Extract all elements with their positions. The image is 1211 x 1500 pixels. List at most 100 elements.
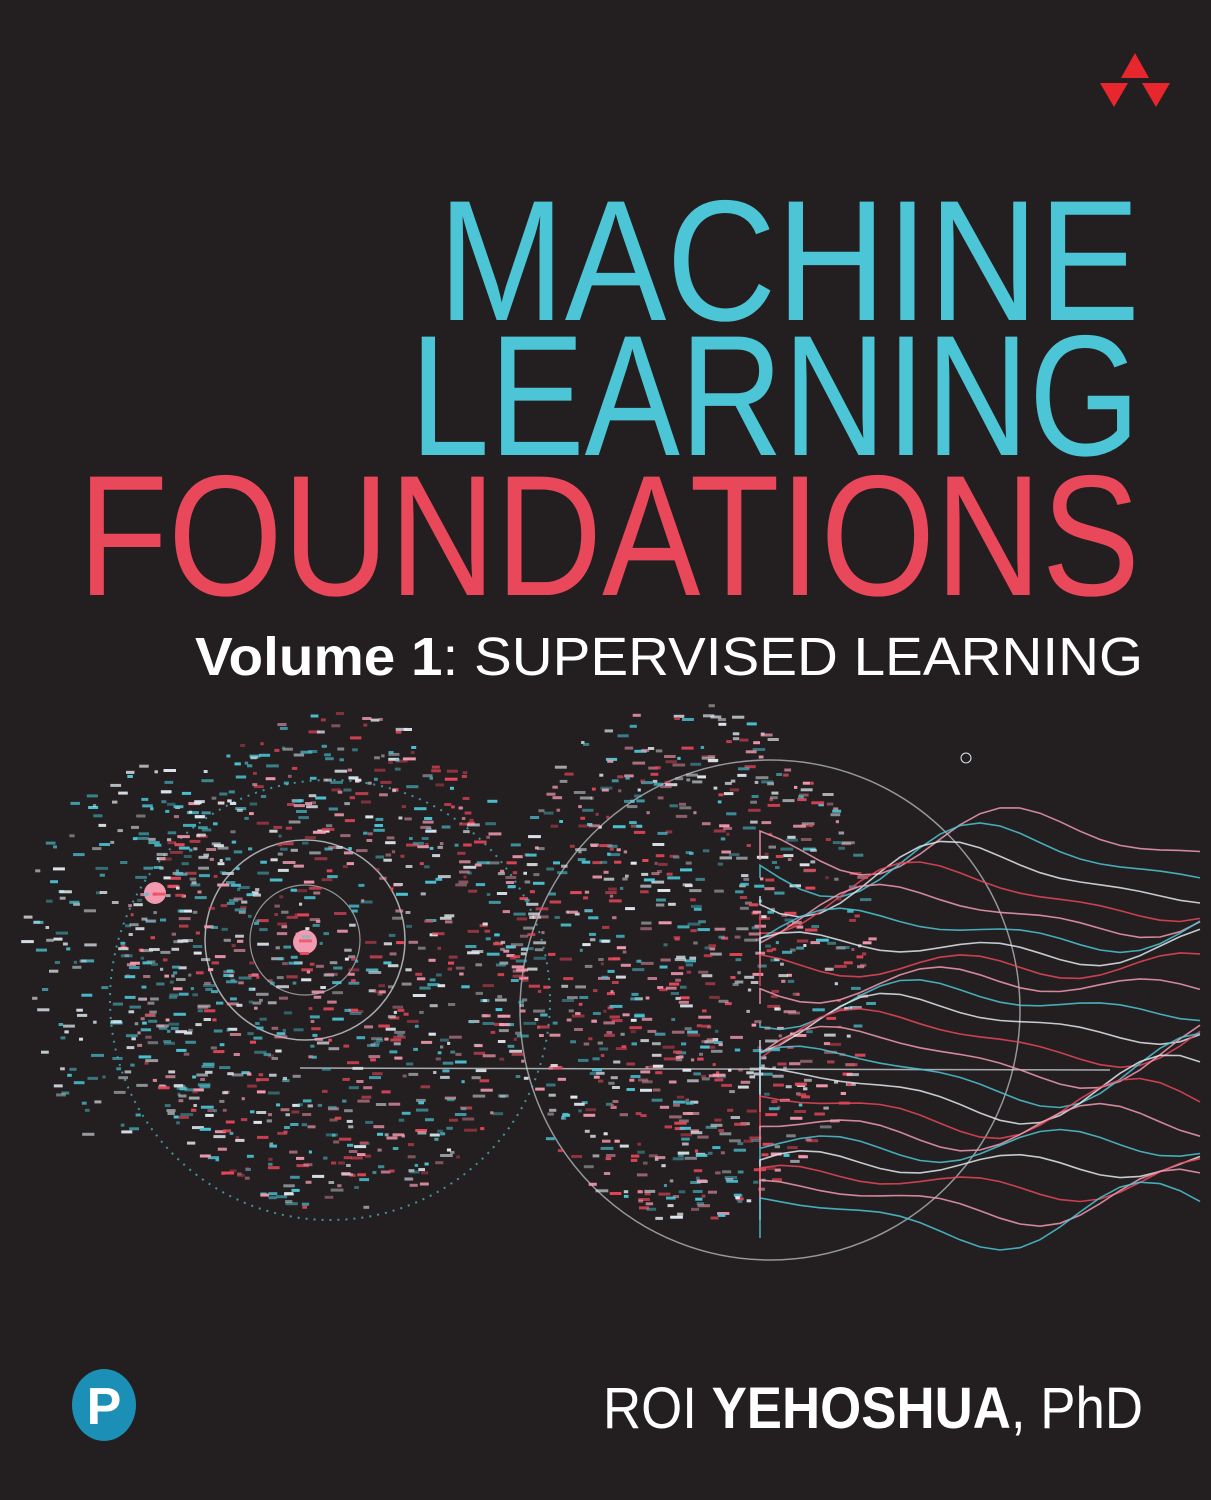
pixel-dot: [468, 889, 478, 893]
pixel-dot: [332, 981, 342, 985]
pixel-dot: [135, 927, 145, 931]
pixel-dot: [806, 1030, 813, 1034]
pixel-dot: [570, 1095, 578, 1099]
pixel-dot: [328, 807, 338, 811]
pixel-dot: [527, 933, 536, 937]
pixel-dot: [641, 1017, 653, 1021]
pixel-dot: [739, 896, 748, 899]
pixel-dot: [192, 910, 198, 914]
pixel-dot: [201, 811, 211, 815]
pixel-dot: [140, 1028, 152, 1032]
pixel-dot: [698, 970, 709, 974]
pixel-dot: [739, 906, 749, 910]
pixel-dot: [822, 793, 834, 796]
pixel-dot: [170, 876, 181, 880]
pixel-dot: [755, 776, 769, 780]
pixel-dot: [234, 762, 241, 766]
pixel-dot: [578, 805, 582, 809]
pixel-dot: [685, 963, 693, 967]
pixel-dot: [247, 1032, 254, 1036]
pixel-dot: [567, 996, 578, 1000]
pixel-dot: [851, 948, 855, 951]
pixel-dot: [206, 848, 217, 851]
pixel-dot: [424, 817, 433, 820]
pixel-dot: [486, 893, 491, 896]
pixel-dot: [145, 1035, 152, 1039]
pixel-dot: [599, 1047, 609, 1051]
pixel-dot: [643, 878, 655, 882]
pixel-dot: [389, 1169, 395, 1173]
pixel-dot: [267, 1001, 277, 1005]
pixel-dot: [484, 929, 491, 933]
pixel-dot: [856, 955, 864, 959]
pixel-dot: [785, 1085, 792, 1089]
pixel-dot: [599, 773, 604, 777]
pixel-dot: [713, 829, 726, 833]
pixel-dot: [178, 917, 191, 921]
pixel-dot: [328, 1038, 332, 1042]
pixel-dot: [211, 926, 218, 929]
pixel-dot: [99, 891, 108, 894]
pixel-dot: [213, 822, 218, 826]
pixel-dot: [76, 1008, 83, 1012]
pixel-dot: [158, 1026, 168, 1030]
pixel-dot: [519, 934, 529, 938]
pixel-dot: [730, 779, 736, 783]
pixel-dot: [231, 1073, 244, 1077]
pixel-dot: [383, 961, 392, 965]
pixel-dot: [134, 1022, 139, 1026]
pixel-dot: [347, 768, 352, 772]
pixel-dot: [350, 1156, 363, 1160]
pixel-dot: [656, 898, 666, 902]
pixel-dot: [487, 799, 498, 803]
pixel-dot: [379, 793, 388, 797]
pixel-dot: [157, 1086, 170, 1090]
pixel-dot: [268, 1192, 278, 1196]
pixel-dot: [652, 1088, 661, 1092]
pixel-dot: [217, 801, 225, 805]
pixel-dot: [767, 738, 779, 741]
pixel-dot: [578, 1002, 583, 1006]
pixel-dot: [290, 1123, 299, 1126]
pixel-dot: [403, 1012, 409, 1016]
pixel-dot: [284, 1192, 294, 1196]
pixel-dot: [630, 1075, 641, 1078]
pixel-dot: [640, 1088, 652, 1092]
pixel-dot: [405, 911, 411, 914]
pixel-dot: [111, 901, 119, 904]
pixel-dot: [510, 979, 519, 982]
pixel-dot: [385, 841, 396, 845]
pixel-dot: [95, 866, 109, 870]
pixel-dot: [488, 832, 502, 836]
pixel-dot: [379, 990, 386, 994]
pixel-dot: [704, 1040, 714, 1044]
pixel-dot: [387, 964, 399, 968]
pixel-dot: [374, 756, 380, 760]
pixel-dot: [666, 1196, 676, 1200]
pixel-dot: [714, 1029, 719, 1033]
pixel-dot: [675, 978, 681, 982]
pixel-dot: [505, 945, 515, 949]
pixel-dot: [557, 1077, 566, 1081]
pixel-dot: [192, 945, 203, 948]
pixel-dot: [329, 961, 338, 965]
pixel-dot: [652, 779, 658, 783]
pixel-dot: [193, 951, 202, 955]
pixel-dot: [237, 888, 241, 892]
pixel-dot: [208, 968, 214, 972]
pixel-dot: [388, 751, 394, 754]
pixel-dot: [236, 867, 240, 871]
pixel-dot: [507, 885, 516, 889]
pixel-dot: [391, 850, 396, 854]
pixel-dot: [420, 892, 426, 896]
pixel-dot: [409, 837, 413, 840]
pixel-dot: [247, 1072, 251, 1076]
pixel-dot: [406, 924, 412, 928]
pixel-dot: [500, 940, 506, 944]
pixel-dot: [167, 841, 176, 845]
pixel-dot: [523, 1076, 529, 1080]
pixel-dot: [737, 773, 747, 777]
pixel-dot: [92, 804, 97, 807]
pixel-dot: [768, 1107, 780, 1111]
pixel-dot: [49, 969, 59, 973]
